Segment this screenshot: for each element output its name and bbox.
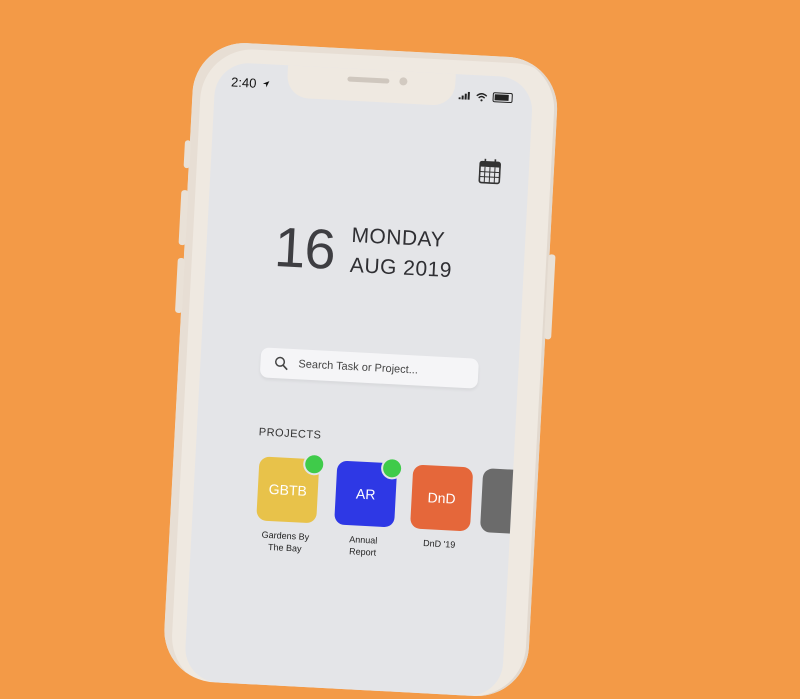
project-item-ar[interactable]: AR Annual Report xyxy=(332,460,402,559)
project-tile[interactable]: GBTB xyxy=(256,456,319,523)
power-button xyxy=(544,254,555,339)
project-name: Gardens By The Bay xyxy=(250,528,321,556)
mute-switch xyxy=(184,140,191,168)
project-abbr: AR xyxy=(356,485,376,502)
notch xyxy=(286,63,456,106)
project-name-line1: DnD '19 xyxy=(404,536,475,552)
date-text: MONDAY AUG 2019 xyxy=(349,224,454,283)
project-abbr: GBTB xyxy=(268,481,307,499)
signal-icon xyxy=(459,91,471,100)
weekday: MONDAY xyxy=(351,224,454,253)
search-bar[interactable] xyxy=(260,347,479,388)
day-number: 16 xyxy=(273,219,336,278)
project-tile[interactable]: DnD xyxy=(410,464,473,531)
location-arrow-icon xyxy=(262,80,270,88)
wifi-icon xyxy=(475,92,487,102)
project-name-line2: Report xyxy=(327,544,398,560)
search-input[interactable] xyxy=(298,358,458,378)
status-time: 2:40 xyxy=(231,74,271,91)
project-name: Annual Report xyxy=(327,532,398,560)
project-tile[interactable] xyxy=(480,468,534,535)
project-item-partial[interactable] xyxy=(480,468,534,535)
speaker-grille xyxy=(347,76,389,83)
calendar-icon[interactable] xyxy=(478,157,501,184)
battery-icon xyxy=(492,92,512,103)
front-camera xyxy=(399,77,407,85)
search-icon xyxy=(274,356,289,371)
notification-dot xyxy=(303,453,326,476)
month-year: AUG 2019 xyxy=(349,254,452,283)
status-icons xyxy=(458,90,512,103)
date-display: 16 MONDAY AUG 2019 xyxy=(273,219,454,284)
project-abbr: DnD xyxy=(427,489,456,506)
projects-heading: PROJECTS xyxy=(259,426,322,441)
project-name-line2: The Bay xyxy=(250,540,321,556)
project-item-gbtb[interactable]: GBTB Gardens By The Bay xyxy=(255,456,325,555)
project-name: DnD '19 xyxy=(404,536,475,552)
phone-screen: 2:40 xyxy=(184,62,534,698)
notification-dot xyxy=(381,457,404,480)
volume-up-button xyxy=(179,190,189,245)
volume-down-button xyxy=(175,258,185,313)
project-item-dnd[interactable]: DnD DnD '19 xyxy=(409,464,478,551)
status-time-text: 2:40 xyxy=(231,74,257,90)
project-tile[interactable]: AR xyxy=(334,460,397,527)
